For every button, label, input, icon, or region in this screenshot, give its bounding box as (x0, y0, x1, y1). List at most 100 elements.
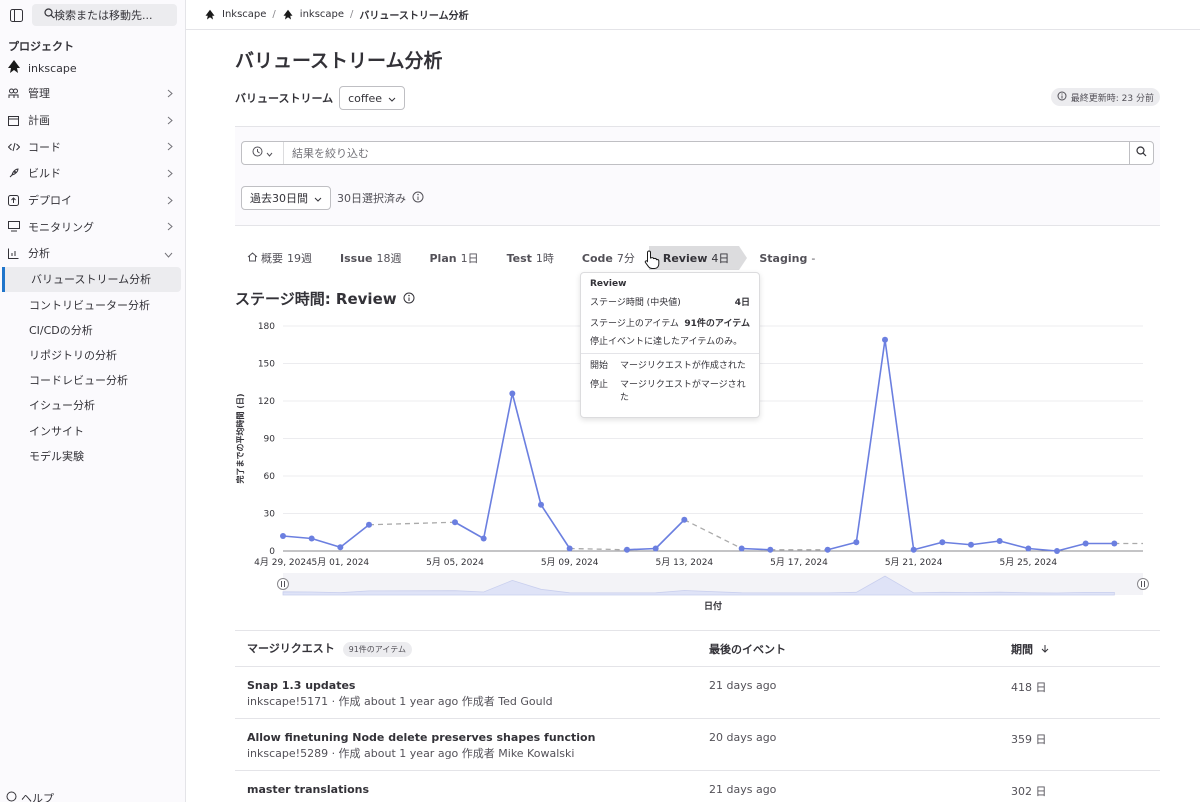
stage-overview[interactable]: 概要 19週 (235, 246, 326, 270)
series-line-segment (884, 339, 915, 550)
merge-request-title-link[interactable]: master translations (247, 783, 369, 796)
value-stream-dropdown-value: coffee (348, 91, 383, 105)
x-axis-label: 日付 (704, 600, 722, 612)
y-tick-label: 0 (269, 547, 275, 557)
sidebar-subitem-code-review[interactable]: コードレビュー分析 (0, 368, 185, 393)
tooltip-median-label: ステージ時間 (中央値) (590, 298, 681, 308)
data-point (853, 539, 860, 546)
sidebar-project[interactable]: inkscape (0, 56, 185, 80)
breadcrumb-current[interactable]: バリューストリーム分析 (359, 7, 468, 22)
search-history-dropdown[interactable] (242, 142, 284, 164)
sort-arrow-down-icon (1041, 643, 1049, 656)
series-gap-segment (368, 521, 456, 526)
stage-value: 7分 (616, 252, 635, 265)
chevron-down-icon (266, 146, 273, 160)
column-header-last-event: 最後のイベント (709, 642, 786, 656)
stage-path: 概要 19週 Issue 18週 Plan 1日 Test 1時 Code 7分 Rev… (235, 246, 829, 270)
info-icon (1057, 91, 1067, 104)
sidebar-subitem-repository[interactable]: リポジトリの分析 (0, 342, 185, 367)
y-tick-label: 60 (264, 472, 276, 482)
info-icon[interactable] (403, 290, 415, 308)
chevron-right-icon (167, 168, 173, 181)
inkscape-logo-icon (204, 9, 216, 21)
tooltip-start-row: 開始 マージリクエストが作成された (590, 360, 750, 373)
stage-code[interactable]: Code 7分 (568, 246, 649, 270)
value-stream-dropdown[interactable]: coffee (339, 86, 406, 110)
sidebar-toggle-icon[interactable] (6, 5, 26, 25)
stage-test[interactable]: Test 1時 (493, 246, 568, 270)
series-line-segment (827, 541, 857, 551)
tooltip-items-label: ステージ上のアイテム (590, 319, 679, 329)
sidebar-item-build[interactable]: ビルド (0, 160, 185, 187)
sidebar-subitem-issues[interactable]: イシュー分析 (0, 393, 185, 418)
sidebar-item-label: 計画 (28, 114, 50, 128)
breadcrumb-group[interactable]: Inkscape (222, 9, 266, 20)
stage-name: 概要 (261, 252, 283, 265)
sidebar-item-manage[interactable]: 管理 (0, 80, 185, 107)
stage-staging[interactable]: Staging - (747, 246, 829, 270)
help-button[interactable]: ヘルプ (6, 790, 54, 802)
data-point (910, 546, 917, 553)
selected-days-text: 30日選択済み (337, 192, 406, 205)
stage-value: 4日 (711, 252, 730, 265)
search-submit-button[interactable] (1129, 142, 1153, 164)
filter-panel: 結果を絞り込む 過去30日間 30日選択済み (235, 126, 1160, 226)
search-icon (44, 8, 55, 22)
sidebar-item-plan[interactable]: 計画 (0, 107, 185, 134)
history-icon (252, 146, 263, 160)
stage-name: Review (662, 251, 708, 265)
stage-name: Test (506, 251, 532, 265)
tooltip-median-row: ステージ時間 (中央値) 4日 (590, 295, 750, 308)
breadcrumb-project[interactable]: inkscape (300, 9, 344, 20)
stage-plan[interactable]: Plan 1日 (415, 246, 492, 270)
x-tick-label: 5月 21, 2024 (885, 557, 943, 568)
sidebar-item-label: デプロイ (28, 194, 72, 208)
stage-name: Staging (759, 251, 808, 265)
sidebar-subitem-contributors[interactable]: コントリビューター分析 (0, 292, 185, 317)
stage-issue[interactable]: Issue 18週 (326, 246, 415, 270)
sidebar-subitem-insights[interactable]: インサイト (0, 418, 185, 443)
sidebar-item-monitor[interactable]: モニタリング (0, 213, 185, 240)
sidebar-subitem-value-stream[interactable]: バリューストリーム分析 (2, 266, 181, 292)
chevron-right-icon (167, 141, 173, 154)
data-point (566, 545, 573, 552)
global-search-button[interactable]: 検索または移動先... (32, 4, 177, 26)
merge-request-title-link[interactable]: Snap 1.3 updates (247, 679, 355, 692)
series-line-segment (282, 535, 312, 540)
search-icon (1136, 146, 1147, 160)
sidebar-item-deploy[interactable]: デプロイ (0, 187, 185, 214)
table-row: master translations 21 days ago 302 日 (235, 771, 1160, 802)
column-header-label: マージリクエスト (247, 642, 335, 656)
breadcrumb-separator: / (350, 9, 354, 20)
y-tick-label: 30 (264, 510, 276, 520)
series-line-segment (741, 547, 771, 551)
chart-icon (8, 248, 22, 259)
stage-review[interactable]: Review 4日 (648, 246, 740, 270)
date-range-dropdown[interactable]: 過去30日間 (241, 186, 331, 210)
sidebar-item-analytics[interactable]: 分析 (0, 240, 185, 267)
sidebar-subitem-model-experiments[interactable]: モデル実験 (0, 443, 185, 468)
stage-time-title: ステージ時間: Review (235, 288, 415, 309)
y-tick-label: 180 (258, 322, 275, 332)
series-line-segment (999, 540, 1029, 550)
series-line-segment (339, 524, 370, 548)
sidebar-section-title: プロジェクト (8, 40, 74, 53)
sidebar-subitem-cicd[interactable]: CI/CDの分析 (0, 317, 185, 342)
info-icon[interactable] (412, 191, 424, 206)
filter-input[interactable]: 結果を絞り込む (284, 142, 1129, 164)
sidebar-item-code[interactable]: コード (0, 133, 185, 160)
merge-request-meta: inkscape!5289 · 作成 about 1 year ago 作成者 … (247, 747, 575, 760)
column-header-label: 期間 (1011, 642, 1033, 656)
data-point (681, 516, 688, 523)
chevron-down-icon (164, 248, 173, 261)
data-point (1111, 540, 1118, 547)
column-header-duration[interactable]: 期間 (1011, 641, 1049, 657)
tooltip-stop-value: マージリクエストがマージされた (620, 380, 746, 403)
last-event-value: 20 days ago (709, 731, 777, 744)
x-tick-label: 5月 13, 2024 (655, 557, 713, 568)
data-point (1082, 540, 1089, 547)
zoom-slider-handle (277, 578, 289, 590)
merge-request-title-link[interactable]: Allow finetuning Node delete preserves s… (247, 731, 595, 744)
sidebar-project-name: inkscape (28, 61, 77, 75)
breadcrumb: Inkscape / inkscape / バリューストリーム分析 (186, 0, 1200, 30)
